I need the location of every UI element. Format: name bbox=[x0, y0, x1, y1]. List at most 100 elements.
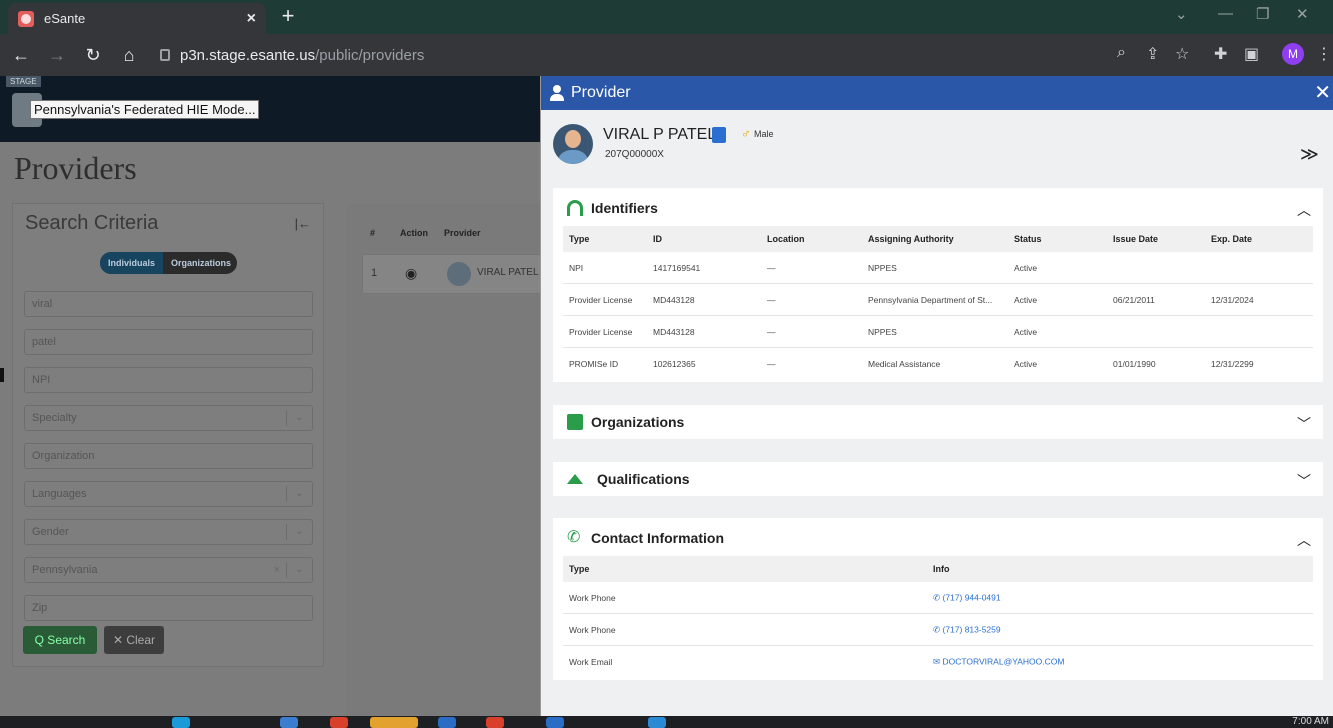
taskbar-app-icon[interactable] bbox=[280, 717, 298, 728]
col-action: Action bbox=[400, 228, 428, 238]
bookmark-star-icon[interactable]: ☆ bbox=[1175, 44, 1189, 64]
qualifications-header[interactable]: Qualifications bbox=[567, 471, 690, 487]
chevron-down-icon: ⌄ bbox=[286, 410, 312, 426]
chevron-down-icon[interactable]: ﹀ bbox=[1297, 414, 1311, 434]
taskbar-app-icon[interactable] bbox=[172, 717, 190, 728]
close-drawer-icon[interactable]: ✕ bbox=[1314, 80, 1331, 105]
zoom-icon[interactable]: ⌕ bbox=[1117, 44, 1126, 62]
taskbar-app-icon[interactable] bbox=[330, 717, 348, 728]
last-name-input[interactable]: patel bbox=[24, 329, 313, 355]
building-icon bbox=[567, 414, 583, 430]
provider-icon bbox=[549, 85, 565, 101]
browser-tab[interactable]: eSante × bbox=[8, 3, 266, 34]
chevron-up-icon[interactable]: ︿ bbox=[1297, 530, 1311, 550]
chevron-down-icon: ⌄ bbox=[286, 486, 312, 502]
tab-search-icon[interactable]: ⌄ bbox=[1175, 5, 1188, 23]
organizations-header[interactable]: Organizations bbox=[567, 414, 684, 430]
toggle-individuals[interactable]: Individuals bbox=[100, 252, 164, 274]
email-link[interactable]: ✉ DOCTORVIRAL@YAHOO.COM bbox=[933, 657, 1064, 668]
chevron-down-icon[interactable]: ﹀ bbox=[1297, 471, 1311, 491]
id-badge-icon[interactable] bbox=[712, 127, 726, 143]
provider-name: VIRAL PATEL bbox=[477, 267, 539, 278]
col-provider: Provider bbox=[444, 228, 481, 238]
clock: 7:00 AM bbox=[1292, 716, 1329, 727]
table-row: Provider License MD443128 — Pennsylvania… bbox=[563, 284, 1313, 316]
close-window-button[interactable]: ✕ bbox=[1296, 5, 1309, 23]
edge-marker bbox=[0, 368, 4, 382]
url-path: /public/providers bbox=[315, 46, 425, 64]
clear-icon[interactable]: × bbox=[274, 558, 280, 582]
menu-icon[interactable]: ⋮ bbox=[1316, 44, 1332, 64]
col-num: # bbox=[370, 228, 376, 238]
specialty-select[interactable]: Specialty ⌄ bbox=[24, 405, 313, 431]
search-button[interactable]: Q Search bbox=[23, 626, 97, 654]
graduation-cap-icon bbox=[567, 474, 583, 484]
table-row: PROMISe ID 102612365 — Medical Assistanc… bbox=[569, 359, 1254, 369]
table-row[interactable]: 1 ◉ VIRAL PATEL bbox=[362, 254, 552, 294]
phone-icon: ✆ bbox=[567, 529, 581, 546]
view-eye-icon[interactable]: ◉ bbox=[405, 265, 417, 282]
table-header: Type ID Location Assigning Authority Sta… bbox=[563, 226, 1313, 252]
page-title: Providers bbox=[14, 150, 137, 186]
taskbar-app-icon[interactable] bbox=[370, 717, 418, 728]
home-icon[interactable]: ⌂ bbox=[114, 45, 144, 66]
state-select[interactable]: Pennsylvania × ⌄ bbox=[24, 557, 313, 583]
taskbar-app-icon[interactable] bbox=[648, 717, 666, 728]
minimize-button[interactable]: — bbox=[1218, 5, 1233, 22]
search-criteria-card: Search Criteria |← Individuals Organizat… bbox=[12, 203, 324, 667]
expand-all-icon[interactable]: ≫ bbox=[1300, 144, 1319, 165]
extensions-icon[interactable]: ✚ bbox=[1214, 44, 1227, 64]
toggle-organizations[interactable]: Organizations bbox=[163, 252, 237, 274]
organization-input[interactable]: Organization bbox=[24, 443, 313, 469]
provider-avatar bbox=[553, 124, 593, 164]
type-toggle[interactable]: Individuals Organizations bbox=[100, 252, 237, 274]
side-panel-icon[interactable]: ▣ bbox=[1244, 44, 1259, 64]
table-row: Work Phone ✆ (717) 944-0491 bbox=[563, 582, 1313, 614]
back-icon[interactable]: ← bbox=[6, 45, 36, 66]
address-bar[interactable]: p3n.stage.esante.us/public/providers bbox=[146, 41, 1186, 69]
page: STAGE Pennsylvania's Federated HIE Mode.… bbox=[0, 76, 1333, 716]
languages-select[interactable]: Languages ⌄ bbox=[24, 481, 313, 507]
table-row: Work Email ✉ DOCTORVIRAL@YAHOO.COM bbox=[569, 656, 1065, 668]
row-number: 1 bbox=[371, 267, 378, 279]
browser-tab-strip: eSante × + ⌄ — ❐ ✕ bbox=[0, 0, 1333, 34]
organizations-card[interactable]: Organizations ﹀ bbox=[553, 405, 1323, 439]
clear-button[interactable]: ✕ Clear bbox=[104, 626, 164, 654]
contact-header[interactable]: ✆ Contact Information bbox=[567, 529, 724, 547]
tab-title: eSante bbox=[44, 11, 86, 26]
restore-button[interactable]: ❐ bbox=[1256, 5, 1269, 23]
tab-close-icon[interactable]: × bbox=[247, 10, 256, 28]
qualifications-card[interactable]: Qualifications ﹀ bbox=[553, 462, 1323, 496]
first-name-input[interactable]: viral bbox=[24, 291, 313, 317]
chevron-down-icon: ⌄ bbox=[286, 524, 312, 540]
results-panel: # Action Provider 1 ◉ VIRAL PATEL bbox=[346, 204, 552, 716]
profile-avatar[interactable]: M bbox=[1282, 43, 1304, 65]
logo-tooltip: Pennsylvania's Federated HIE Mode... bbox=[30, 100, 260, 119]
chevron-up-icon[interactable]: ︿ bbox=[1297, 200, 1311, 220]
chevron-down-icon: ⌄ bbox=[286, 562, 312, 578]
phone-link[interactable]: ✆ (717) 813-5259 bbox=[933, 624, 1001, 635]
forward-icon[interactable]: → bbox=[42, 45, 72, 66]
drawer-title: Provider bbox=[571, 84, 631, 101]
taxonomy-code: 207Q00000X bbox=[605, 149, 664, 160]
contact-card: ✆ Contact Information ︿ Type Info Work P… bbox=[553, 518, 1323, 680]
zip-input[interactable]: Zip bbox=[24, 595, 313, 621]
taskbar-app-icon[interactable] bbox=[438, 717, 456, 728]
provider-summary: VIRAL P PATEL ♂ Male 207Q00000X ≫ bbox=[553, 122, 1323, 182]
phone-link[interactable]: ✆ (717) 944-0491 bbox=[933, 592, 1001, 603]
contact-table: Type Info Work Phone ✆ (717) 944-0491 Wo… bbox=[563, 556, 1313, 678]
new-tab-button[interactable]: + bbox=[276, 3, 300, 29]
taskbar-app-icon[interactable] bbox=[486, 717, 504, 728]
provider-full-name: VIRAL P PATEL bbox=[603, 126, 717, 143]
npi-input[interactable]: NPI bbox=[24, 367, 313, 393]
favicon-icon bbox=[18, 10, 34, 27]
table-row: Work Phone ✆ (717) 813-5259 bbox=[563, 614, 1313, 646]
taskbar-app-icon[interactable] bbox=[546, 717, 564, 728]
collapse-panel-icon[interactable]: |← bbox=[295, 216, 311, 231]
identifiers-table: Type ID Location Assigning Authority Sta… bbox=[563, 226, 1313, 380]
gender-select[interactable]: Gender ⌄ bbox=[24, 519, 313, 545]
identifiers-header[interactable]: Identifiers bbox=[567, 200, 658, 216]
reload-icon[interactable]: ↻ bbox=[78, 45, 108, 66]
provider-drawer: Provider ✕ VIRAL P PATEL ♂ Male 207Q0000… bbox=[540, 76, 1333, 716]
share-icon[interactable]: ⇪ bbox=[1146, 44, 1159, 64]
